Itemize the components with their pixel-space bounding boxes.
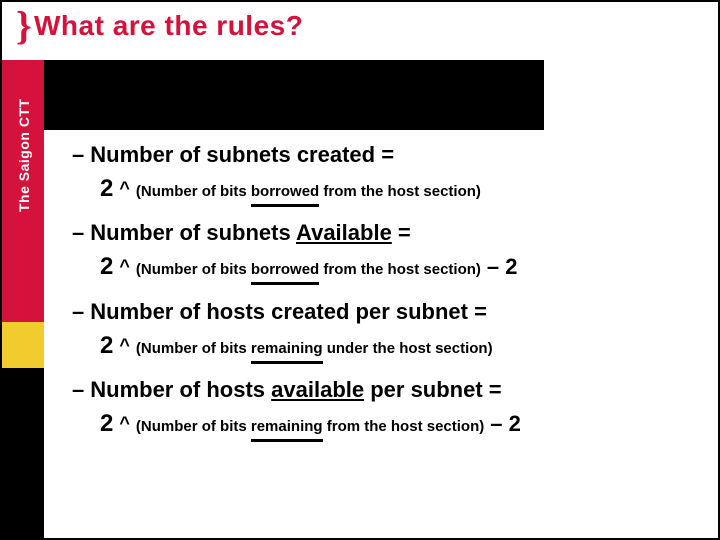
slide-title: What are the rules? — [34, 10, 303, 42]
rule-formula: 2^(Number of bits borrowed from the host… — [100, 248, 698, 286]
rule-heading: –Number of hosts created per subnet = — [72, 299, 698, 325]
sidebar-label: The Saigon CTT — [16, 98, 32, 212]
rule-item: –Number of subnets Available = 2^(Number… — [72, 220, 698, 286]
rule-item: –Number of hosts available per subnet = … — [72, 377, 698, 443]
rule-heading: –Number of subnets created = — [72, 142, 698, 168]
title-brace: } — [16, 2, 32, 49]
rule-formula: 2^(Number of bits borrowed from the host… — [100, 170, 698, 208]
rule-item: –Number of subnets created = 2^(Number o… — [72, 142, 698, 208]
rule-formula: 2^(Number of bits remaining under the ho… — [100, 327, 698, 365]
content-area: –Number of subnets created = 2^(Number o… — [72, 142, 698, 456]
slide: } What are the rules? The Saigon CTT –Nu… — [0, 0, 720, 540]
rule-formula: 2^(Number of bits remaining from the hos… — [100, 405, 698, 443]
rule-heading: –Number of hosts available per subnet = — [72, 377, 698, 403]
rule-item: –Number of hosts created per subnet = 2^… — [72, 299, 698, 365]
header-blackbox — [44, 60, 544, 130]
sidebar-black — [2, 368, 44, 540]
rule-heading: –Number of subnets Available = — [72, 220, 698, 246]
sidebar-yellow — [2, 322, 44, 368]
